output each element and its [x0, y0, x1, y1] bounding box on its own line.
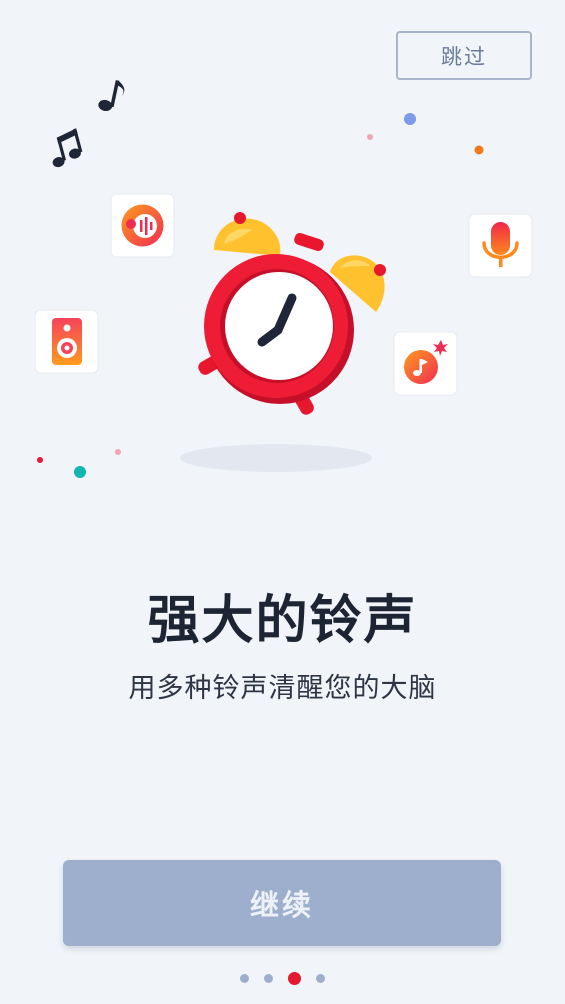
alarm-clock-icon: [198, 212, 386, 415]
clock-shadow: [180, 444, 372, 472]
page-dot: [316, 973, 325, 983]
page-dot-active: [288, 971, 301, 985]
decor-dot: [115, 449, 121, 455]
decor-dot: [37, 457, 43, 463]
page-dot: [240, 973, 249, 983]
page-subtitle: 用多种铃声清醒您的大脑: [128, 673, 437, 704]
podcast-app-icon: [110, 193, 175, 258]
decor-dot: [404, 113, 416, 125]
decor-dot: [474, 145, 484, 155]
music-note-icon: [98, 80, 125, 112]
decor-dot: [367, 134, 373, 140]
decor-dot: [74, 466, 86, 478]
onboarding-illustration: [22, 80, 546, 478]
microphone-app-icon: [468, 213, 533, 278]
music-note-icon: [52, 128, 83, 168]
music-player-app-icon: [393, 331, 458, 396]
page-dot: [264, 973, 273, 983]
speaker-app-icon: [34, 309, 99, 374]
page-indicator: [0, 970, 565, 986]
continue-button[interactable]: 继续: [63, 860, 501, 946]
page-title: 强大的铃声: [147, 591, 418, 651]
